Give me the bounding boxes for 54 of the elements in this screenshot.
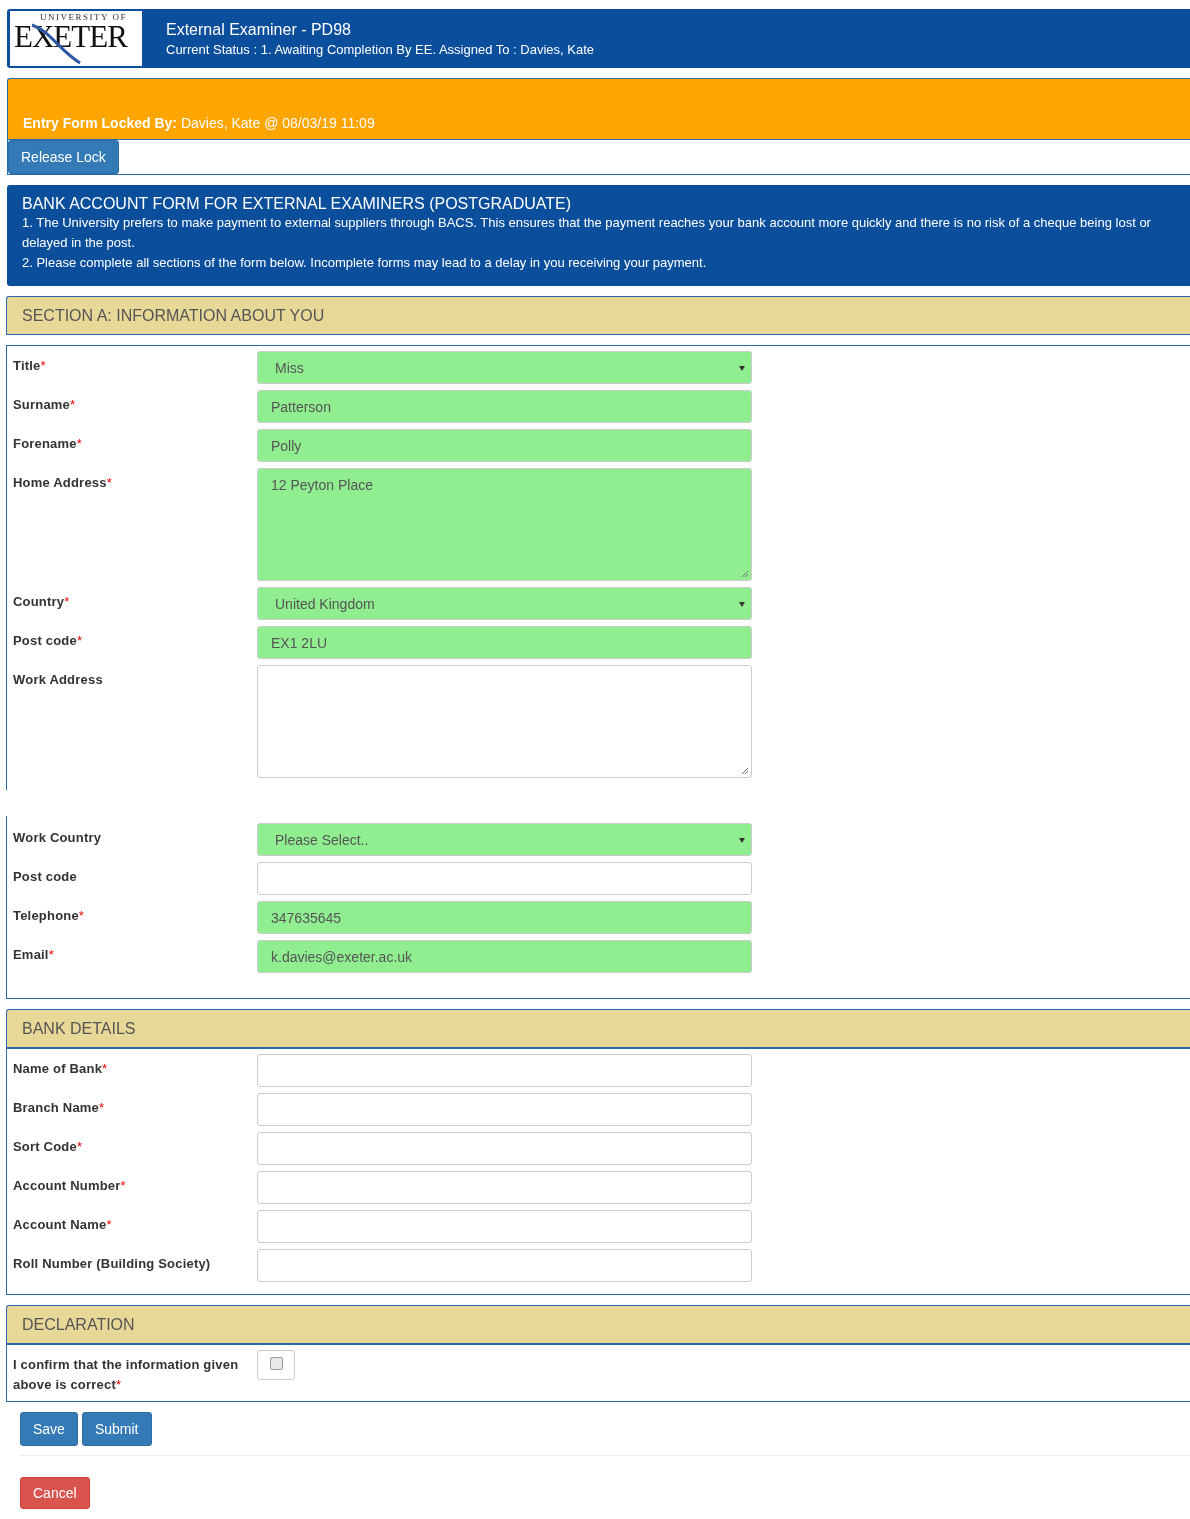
field-label: Post code* <box>13 632 84 650</box>
text-field[interactable]: Polly <box>257 429 752 462</box>
text-field[interactable] <box>257 1171 752 1204</box>
field-label: Home Address* <box>13 474 113 492</box>
text-field[interactable]: k.davies@exeter.ac.uk <box>257 940 752 973</box>
field-label: Name of Bank* <box>13 1060 109 1078</box>
field-label: Account Name* <box>13 1216 113 1234</box>
text-field[interactable] <box>257 1054 752 1087</box>
lock-message: Entry Form Locked By: Davies, Kate @ 08/03/19 11:09 <box>23 115 375 131</box>
field-label: Work Address <box>13 671 104 689</box>
field-label: Forename* <box>13 435 83 453</box>
cancel-button[interactable]: Cancel <box>20 1477 90 1509</box>
confirm-checkbox[interactable] <box>269 1357 283 1370</box>
field-label: Sort Code* <box>13 1138 84 1156</box>
text-field[interactable]: 347635645 <box>257 901 752 934</box>
text-field[interactable] <box>257 1249 752 1282</box>
action-button[interactable]: Submit <box>81 1412 152 1446</box>
status-text: Current Status : 1. Awaiting Completion By EE. Assigned To : Davies, Kate <box>166 41 595 57</box>
dropdown[interactable]: Please Select.. <box>257 823 752 856</box>
field-label: Post code <box>13 868 78 886</box>
resize-grip-icon <box>741 570 749 578</box>
text-field[interactable]: Patterson <box>257 390 752 423</box>
dropdown[interactable]: United Kingdom <box>257 587 752 620</box>
form-title: BANK ACCOUNT FORM FOR EXTERNAL EXAMINERS (POSTGRADUATE) <box>22 194 573 213</box>
field-label: Roll Number (Building Society) <box>13 1255 212 1273</box>
field-label: Branch Name* <box>13 1099 106 1117</box>
caret-icon <box>739 838 745 843</box>
text-field[interactable]: EX1 2LU <box>257 626 752 659</box>
page-title: External Examiner - PD98 <box>166 20 352 39</box>
instruction-text: 2. Please complete all sections of the form below. Incomplete forms may lead to a delay in you receiving your payment. <box>22 254 708 272</box>
section-header: SECTION A: INFORMATION ABOUT YOU <box>6 296 1190 335</box>
field-label: Account Number* <box>13 1177 127 1195</box>
action-button[interactable]: Save <box>20 1412 78 1446</box>
instruction-text: 1. The University prefers to make payment to external suppliers through BACS. This ensures that the payment reaches your bank account more quickly and there is no risk of a cheque being lost or delayed in the post. <box>22 214 1152 252</box>
caret-icon <box>739 366 745 371</box>
field-label: Title* <box>13 357 47 375</box>
section-header: BANK DETAILS <box>6 1009 1190 1048</box>
field-label: I confirm that the information given above is correct* <box>13 1356 240 1394</box>
dropdown[interactable]: Miss <box>257 351 752 384</box>
caret-icon <box>739 602 745 607</box>
field-label: Telephone* <box>13 907 86 925</box>
text-area[interactable] <box>257 665 752 778</box>
text-field[interactable] <box>257 862 752 895</box>
section-header: DECLARATION <box>6 1305 1190 1344</box>
field-label: Email* <box>13 946 55 964</box>
resize-grip-icon <box>741 767 749 775</box>
release-lock-button[interactable]: Release Lock <box>8 140 119 174</box>
field-label: Work Country <box>13 829 103 847</box>
field-label: Surname* <box>13 396 77 414</box>
text-field[interactable] <box>257 1093 752 1126</box>
text-field[interactable] <box>257 1132 752 1165</box>
text-field[interactable] <box>257 1210 752 1243</box>
text-area[interactable]: 12 Peyton Place <box>257 468 752 581</box>
field-label: Country* <box>13 593 71 611</box>
